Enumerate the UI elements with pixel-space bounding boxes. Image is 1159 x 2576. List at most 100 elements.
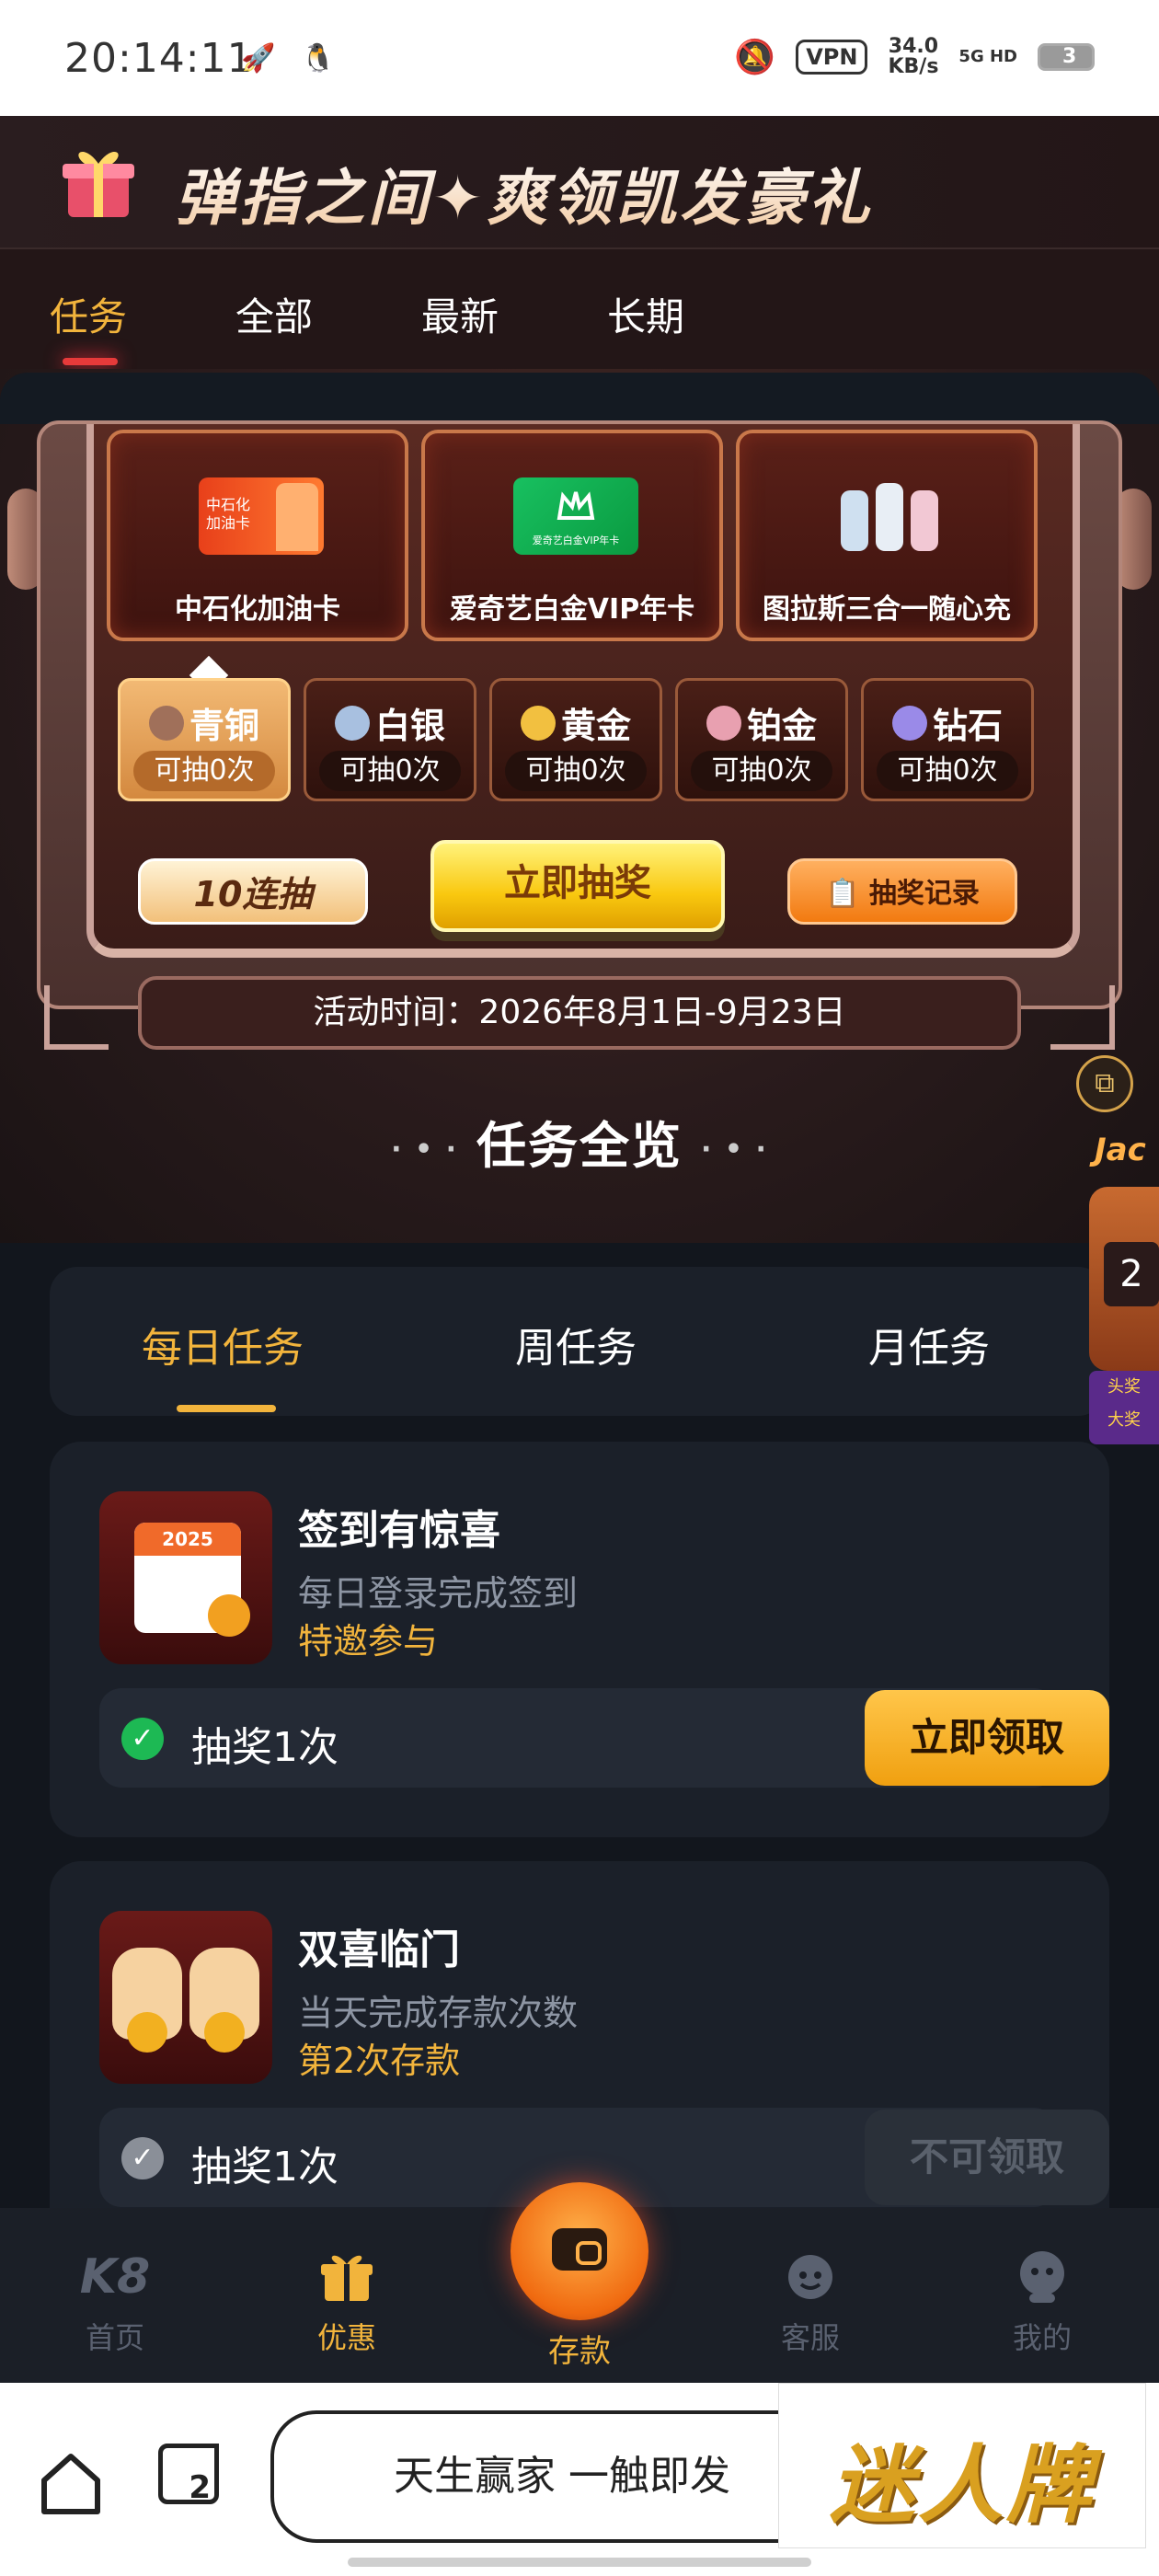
status-time: 20:14:11: [64, 35, 254, 82]
task-description: 当天完成存款次数: [298, 1993, 579, 2033]
home-icon[interactable]: [37, 2449, 105, 2517]
tier-count: 可抽0次: [877, 751, 1018, 791]
reward-text: 抽奖1次: [191, 1724, 339, 1771]
gift-icon: [315, 2245, 379, 2309]
prize-list: 中石化 加油卡 中石化加油卡 爱奇艺白金VIP年卡 爱奇艺白金VIP年卡 图拉斯…: [107, 430, 1041, 641]
fuel-card-image: 中石化 加油卡: [199, 477, 324, 555]
tab-latest[interactable]: 最新: [421, 286, 499, 342]
active-tab-indicator: [63, 358, 118, 365]
frame-corner-left: [44, 985, 109, 1050]
crown-icon: [557, 491, 595, 520]
tier-silver[interactable]: 白银 可抽0次: [304, 678, 476, 801]
task-card-checkin: 2025 签到有惊喜 每日登录完成签到 特邀参与 ✓ 抽奖1次 立即领取: [50, 1442, 1109, 1837]
task-title: 签到有惊喜: [298, 1507, 500, 1554]
prize-item-iqiyi[interactable]: 爱奇艺白金VIP年卡 爱奇艺白金VIP年卡: [421, 430, 723, 641]
decor-dots-left: · • ·: [391, 1133, 458, 1166]
promo-title: 弹指之间✦爽领凯发豪礼: [175, 149, 873, 237]
k8-logo-icon: K8: [79, 2249, 151, 2305]
tab-monthly-tasks[interactable]: 月任务: [868, 1315, 990, 1374]
task-panel: 每日任务 周任务 月任务 2025 签到有惊喜 每日登录完成签到 特邀参与 ✓ …: [0, 1243, 1159, 2257]
diamond-medal-icon: [891, 705, 927, 741]
tier-gold[interactable]: 黄金 可抽0次: [489, 678, 662, 801]
task-description: 每日登录完成签到: [298, 1573, 579, 1614]
deposit-button[interactable]: [511, 2182, 648, 2320]
user-avatar-icon: [1010, 2245, 1074, 2309]
mute-bell-icon: 🔕: [734, 39, 776, 76]
nav-customer-service[interactable]: 客服: [741, 2245, 879, 2357]
reward-text: 抽奖1次: [191, 2144, 339, 2191]
calendar-thumbnail: 2025: [99, 1491, 272, 1664]
vpn-badge: VPN: [796, 40, 868, 75]
prize-label: 中石化加油卡: [175, 593, 340, 626]
mascot-figure: [276, 483, 318, 551]
check-icon: ✓: [121, 2137, 164, 2179]
tabs-icon[interactable]: 2: [158, 2444, 219, 2506]
jackpot-float-widget[interactable]: Jac 2 头奖 大奖: [1085, 1132, 1159, 1444]
nav-home[interactable]: K8 首页: [46, 2245, 184, 2357]
signal-icon: 5G HD: [958, 47, 1017, 66]
ad-text: 迷人牌: [829, 2436, 1095, 2535]
tab-all[interactable]: 全部: [235, 286, 313, 342]
power-bank-image: [828, 477, 953, 555]
wallet-icon: [552, 2228, 607, 2271]
status-bar: 20:14:11 🚀 🐧 🔕 VPN 34.0 KB/s 5G HD 3: [0, 0, 1159, 116]
headset-icon: [778, 2245, 843, 2309]
bronze-medal-icon: [148, 705, 184, 741]
nav-profile[interactable]: 我的: [973, 2245, 1111, 2357]
task-note: 第2次存款: [298, 2041, 461, 2081]
tab-tasks[interactable]: 任务: [50, 286, 127, 342]
gold-medal-icon: [520, 705, 556, 741]
frame-corner-right: [1050, 985, 1115, 1050]
check-icon: ✓: [121, 1718, 164, 1760]
task-note: 特邀参与: [298, 1621, 439, 1662]
tab-weekly-tasks[interactable]: 周任务: [515, 1315, 637, 1374]
prize-label: 图拉斯三合一随心充: [763, 593, 1011, 626]
tab-daily-tasks[interactable]: 每日任务: [142, 1315, 304, 1374]
nav-deposit-label: 存款: [548, 2333, 611, 2370]
platinum-medal-icon: [706, 705, 741, 741]
task-title: 双喜临门: [298, 1926, 460, 1973]
draw-now-button[interactable]: 立即抽奖: [430, 840, 725, 932]
coin-icon: [127, 2012, 167, 2053]
qq-icon: 🐧: [301, 42, 336, 75]
status-app-icons: 🚀 🐧: [241, 42, 336, 75]
tier-bronze[interactable]: 青铜 可抽0次: [118, 678, 291, 801]
task-period-tabs: 每日任务 周任务 月任务: [50, 1267, 1106, 1416]
rocket-icon: 🚀: [241, 42, 276, 75]
browser-bottom-bar: 2 天生赢家 一触即发 迷人牌: [0, 2383, 1159, 2576]
network-speed: 34.0 KB/s: [888, 35, 939, 78]
tier-count: 可抽0次: [691, 751, 832, 791]
claim-button-disabled[interactable]: 不可领取: [865, 2110, 1109, 2205]
tab-long-term[interactable]: 长期: [607, 286, 684, 342]
category-tabs: 任务 全部 最新 长期: [0, 249, 1159, 369]
draw-button-row: 10连抽 立即抽奖 📋 抽奖记录: [138, 836, 1021, 947]
overview-title: · • · 任务全览 · • ·: [391, 1117, 768, 1175]
tier-platinum[interactable]: 铂金 可抽0次: [675, 678, 848, 801]
gift-box-icon: [63, 151, 134, 217]
tier-diamond[interactable]: 钻石 可抽0次: [861, 678, 1034, 801]
nav-promotions[interactable]: 优惠: [278, 2245, 416, 2357]
prize-item-torras[interactable]: 图拉斯三合一随心充: [736, 430, 1038, 641]
prize-item-sinopec[interactable]: 中石化 加油卡 中石化加油卡: [107, 430, 408, 641]
jackpot-label: Jac: [1095, 1132, 1146, 1168]
promo-header: 弹指之间✦爽领凯发豪礼: [0, 116, 1159, 249]
tier-count: 可抽0次: [133, 751, 275, 791]
ad-banner[interactable]: 迷人牌: [778, 2383, 1146, 2548]
decor-dots-right: · • ·: [701, 1133, 768, 1166]
clipboard-icon: 📋: [825, 878, 860, 910]
status-right: 🔕 VPN 34.0 KB/s 5G HD 3: [734, 37, 1095, 77]
bottom-nav: K8 首页 优惠 存款 客服 我的: [0, 2182, 1159, 2383]
task-tab-indicator: [177, 1405, 276, 1412]
claim-button[interactable]: 立即领取: [865, 1690, 1109, 1786]
gesture-home-bar[interactable]: [348, 2558, 811, 2567]
machine-top-frame: [0, 373, 1159, 424]
prize-label: 爱奇艺白金VIP年卡: [449, 593, 695, 626]
draw-record-button[interactable]: 📋 抽奖记录: [787, 858, 1017, 925]
ten-draw-button[interactable]: 10连抽: [138, 858, 368, 925]
tier-count: 可抽0次: [505, 751, 647, 791]
jackpot-prizes: 头奖 大奖: [1089, 1371, 1159, 1444]
share-float-icon[interactable]: ⧉: [1076, 1055, 1133, 1112]
tier-selector: 青铜 可抽0次 白银 可抽0次 黄金 可抽0次 铂金 可抽0次 钻石 可抽0次: [118, 678, 1034, 801]
battery-icon: 3: [1038, 43, 1095, 71]
lucky-cat-thumbnail: [99, 1911, 272, 2084]
